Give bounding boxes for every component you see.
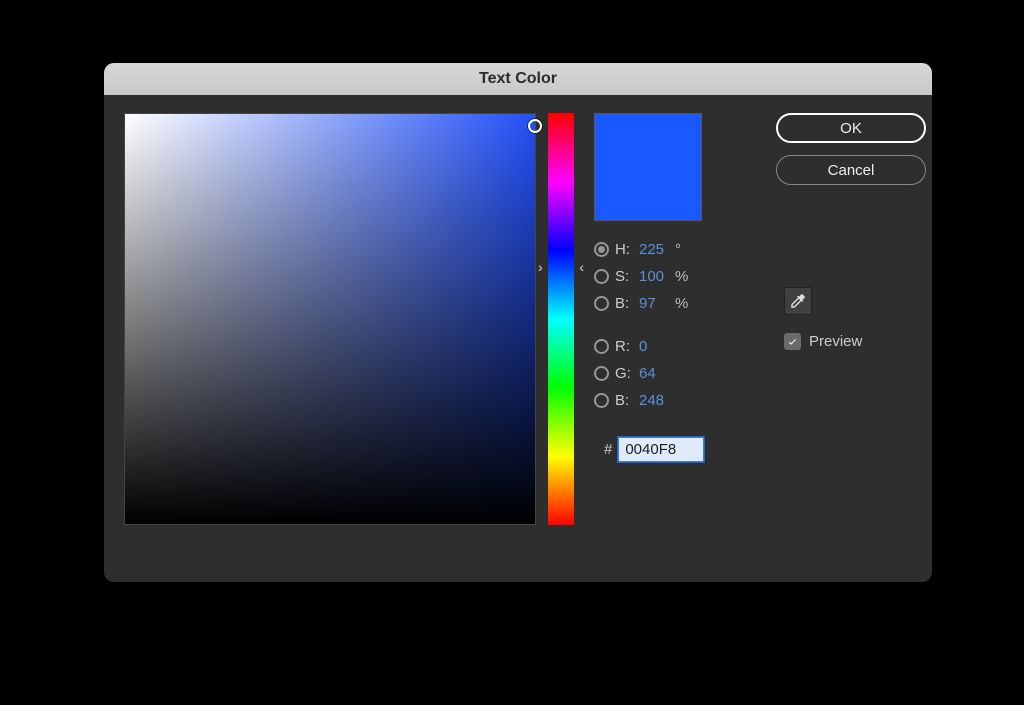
preview-row: Preview [784,333,862,350]
hex-row: # [604,437,746,462]
hue-marker-left-icon: › [538,259,543,275]
hue-value[interactable]: 225 [639,241,667,258]
sb-cursor[interactable] [528,119,542,133]
eyedropper-icon [789,292,807,310]
hue-unit: ° [675,241,681,258]
brightness-row: B: 97 % [594,295,746,312]
preview-label: Preview [809,333,862,350]
saturation-row: S: 100 % [594,268,746,285]
saturation-label: S: [615,268,633,285]
brightness-unit: % [675,295,688,312]
ok-button[interactable]: OK [776,113,926,143]
green-radio[interactable] [594,366,609,381]
values-column: H: 225 ° S: 100 % B: 97 % [586,113,746,525]
color-swatch[interactable] [594,113,702,221]
hue-strip[interactable] [548,113,574,525]
red-radio[interactable] [594,339,609,354]
green-label: G: [615,365,633,382]
window-title: Text Color [479,70,557,88]
blue-label: B: [615,392,633,409]
cancel-button[interactable]: Cancel [776,155,926,185]
hex-input[interactable] [618,437,704,462]
hex-hash: # [604,441,612,458]
hue-marker-right-icon: ‹ [579,259,584,275]
sb-black-gradient [125,114,535,524]
preview-checkbox[interactable] [784,333,801,350]
red-label: R: [615,338,633,355]
eyedropper-button[interactable] [784,287,812,315]
brightness-label: B: [615,295,633,312]
blue-radio[interactable] [594,393,609,408]
tools-group: Preview [784,287,862,350]
hue-strip-wrapper: › ‹ [548,113,574,525]
brightness-value[interactable]: 97 [639,295,667,312]
blue-row: B: 248 [594,392,746,409]
content-area: › ‹ H: 225 ° S: 100 % [104,95,932,545]
hue-radio[interactable] [594,242,609,257]
actions-column: OK Cancel Preview [758,113,926,525]
brightness-radio[interactable] [594,296,609,311]
green-value[interactable]: 64 [639,365,667,382]
check-icon [787,336,798,347]
saturation-radio[interactable] [594,269,609,284]
color-picker-window: Text Color › ‹ H: 225 ° [104,63,932,582]
hue-label: H: [615,241,633,258]
saturation-brightness-field[interactable] [124,113,536,525]
titlebar: Text Color [104,63,932,95]
blue-value[interactable]: 248 [639,392,667,409]
saturation-value[interactable]: 100 [639,268,667,285]
red-row: R: 0 [594,338,746,355]
saturation-unit: % [675,268,688,285]
red-value[interactable]: 0 [639,338,667,355]
green-row: G: 64 [594,365,746,382]
hue-row: H: 225 ° [594,241,746,258]
